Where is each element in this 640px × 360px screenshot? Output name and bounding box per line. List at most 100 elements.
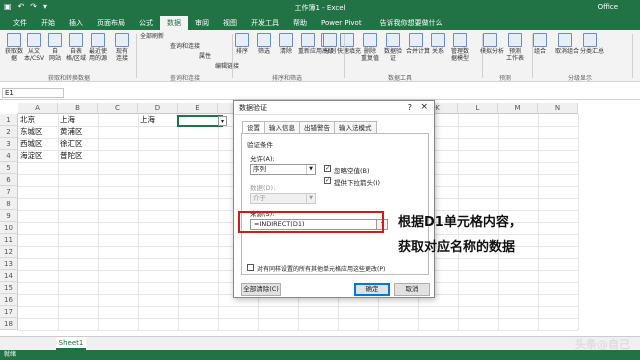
row-header[interactable]: 13 bbox=[0, 258, 18, 270]
column-header[interactable]: A bbox=[18, 103, 58, 114]
row-header[interactable]: 17 bbox=[0, 306, 18, 318]
tab-0[interactable]: 文件 bbox=[6, 16, 34, 30]
clear-all-button[interactable]: 全部清除(C) bbox=[241, 283, 281, 296]
row-header[interactable]: 5 bbox=[0, 162, 18, 174]
tab-6[interactable]: 审阅 bbox=[188, 16, 216, 30]
row-header[interactable]: 8 bbox=[0, 198, 18, 210]
ribbon-button-19[interactable]: 合并计算 bbox=[406, 33, 431, 55]
tab-ime-mode[interactable]: 输入法模式 bbox=[334, 121, 377, 133]
column-header[interactable]: L bbox=[458, 103, 498, 114]
tab-input-message[interactable]: 输入信息 bbox=[264, 121, 300, 133]
ribbon-button-4[interactable]: 最近使 用的源 bbox=[88, 33, 108, 62]
ribbon-button-26[interactable]: 分类汇总 bbox=[580, 33, 604, 55]
row-header[interactable]: 18 bbox=[0, 318, 18, 330]
cell-a1[interactable]: 北京 bbox=[18, 114, 58, 126]
data-value: 介于 bbox=[253, 194, 266, 202]
name-box[interactable]: E1 bbox=[2, 88, 64, 98]
ribbon-button-6[interactable]: 全部刷新 bbox=[140, 33, 164, 40]
row-header[interactable]: 9 bbox=[0, 210, 18, 222]
row-header[interactable]: 7 bbox=[0, 186, 18, 198]
row-header[interactable]: 1 bbox=[0, 114, 18, 126]
tab-error-alert[interactable]: 出错警告 bbox=[299, 121, 335, 133]
ribbon-button-3[interactable]: 自表 格/区域 bbox=[66, 33, 86, 62]
cell-a2[interactable]: 东城区 bbox=[18, 126, 58, 138]
ribbon-label: 组合 bbox=[533, 48, 546, 55]
ribbon-button-2[interactable]: 自 网站 bbox=[45, 33, 65, 62]
ribbon-button-17[interactable]: 删除 重复值 bbox=[360, 33, 380, 62]
allow-select[interactable]: 序列 ▼ bbox=[250, 164, 316, 175]
tab-8[interactable]: 开发工具 bbox=[244, 16, 286, 30]
cell-b2[interactable]: 黄浦区 bbox=[58, 126, 98, 138]
cell-a4[interactable]: 海淀区 bbox=[18, 150, 58, 162]
ribbon-button-22[interactable]: 模拟分析 bbox=[480, 33, 504, 55]
row-header[interactable]: 4 bbox=[0, 150, 18, 162]
dialog-tabs: 设置 输入信息 出错警告 输入法模式 bbox=[242, 121, 377, 133]
column-header[interactable]: C bbox=[98, 103, 138, 114]
dialog-title: 数据验证 bbox=[234, 101, 434, 115]
row-header[interactable]: 3 bbox=[0, 138, 18, 150]
tab-4[interactable]: 公式 bbox=[132, 16, 160, 30]
ribbon-button-16[interactable]: 快速填充 bbox=[337, 33, 362, 55]
ribbon-button-11[interactable]: 筛选 bbox=[254, 33, 274, 55]
cancel-button[interactable]: 取消 bbox=[394, 283, 430, 296]
close-icon[interactable]: × bbox=[420, 102, 428, 112]
ribbon-button-8[interactable]: 属性 bbox=[195, 53, 215, 60]
ribbon-label: 合并计算 bbox=[406, 48, 431, 55]
tab-7[interactable]: 视图 bbox=[216, 16, 244, 30]
cell-d1[interactable]: 上海 bbox=[138, 114, 178, 126]
tell-me-search[interactable]: 告诉我你想要做什么 bbox=[373, 16, 450, 30]
ribbon-label: 快速填充 bbox=[337, 48, 362, 55]
ribbon-label: 自 网站 bbox=[48, 48, 61, 62]
column-header[interactable]: E bbox=[178, 103, 218, 114]
ribbon-button-23[interactable]: 预测 工作表 bbox=[505, 33, 525, 62]
ribbon-button-10[interactable]: 排序 bbox=[232, 33, 252, 55]
help-icon[interactable]: ? bbox=[408, 103, 412, 112]
ribbon-icon bbox=[7, 33, 21, 47]
cell-b3[interactable]: 徐汇区 bbox=[58, 138, 98, 150]
column-header[interactable]: N bbox=[538, 103, 578, 114]
row-header[interactable]: 14 bbox=[0, 270, 18, 282]
tab-settings[interactable]: 设置 bbox=[242, 121, 265, 133]
ribbon-button-13[interactable]: 重新应用 bbox=[298, 33, 322, 55]
ok-button[interactable]: 确定 bbox=[354, 283, 390, 296]
ignore-blank-checkbox[interactable]: ✓ bbox=[324, 165, 331, 172]
allow-label: 允许(A): bbox=[250, 155, 275, 163]
ribbon-button-24[interactable]: 组合 bbox=[530, 33, 550, 55]
tab-10[interactable]: Power Pivot bbox=[314, 16, 369, 30]
ribbon-button-25[interactable]: 取消组合 bbox=[555, 33, 579, 55]
row-header[interactable]: 16 bbox=[0, 294, 18, 306]
selected-cell-e1[interactable] bbox=[177, 115, 223, 127]
row-header[interactable]: 15 bbox=[0, 282, 18, 294]
tab-1[interactable]: 开始 bbox=[34, 16, 62, 30]
tab-3[interactable]: 页面布局 bbox=[90, 16, 132, 30]
tab-2[interactable]: 插入 bbox=[62, 16, 90, 30]
tab-5[interactable]: 数据 bbox=[160, 16, 188, 30]
ribbon-button-7[interactable]: 查询和连接 bbox=[170, 43, 200, 50]
tab-9[interactable]: 帮助 bbox=[286, 16, 314, 30]
ribbon-button-5[interactable]: 现有 连接 bbox=[112, 33, 132, 62]
ribbon-icon bbox=[558, 33, 572, 47]
row-header[interactable]: 10 bbox=[0, 222, 18, 234]
ribbon-button-0[interactable]: 获取数 据 bbox=[4, 33, 24, 62]
column-header[interactable]: D bbox=[138, 103, 178, 114]
column-header[interactable]: B bbox=[58, 103, 98, 114]
apply-all-checkbox[interactable] bbox=[247, 264, 254, 271]
cell-a3[interactable]: 西城区 bbox=[18, 138, 58, 150]
ribbon-label: 获取数 据 bbox=[4, 48, 23, 62]
sheet-tab[interactable]: Sheet1 bbox=[56, 337, 86, 350]
row-header[interactable]: 12 bbox=[0, 246, 18, 258]
dropdown-checkbox[interactable]: ✓ bbox=[324, 177, 331, 184]
row-header[interactable]: 6 bbox=[0, 174, 18, 186]
cell-b4[interactable]: 普陀区 bbox=[58, 150, 98, 162]
row-header[interactable]: 2 bbox=[0, 126, 18, 138]
cell-b1[interactable]: 上海 bbox=[58, 114, 98, 126]
row-header[interactable]: 11 bbox=[0, 234, 18, 246]
ribbon-button-12[interactable]: 清除 bbox=[276, 33, 296, 55]
ribbon-button-1[interactable]: 从文 本/CSV bbox=[24, 33, 44, 62]
ribbon-button-18[interactable]: 数据验 证 bbox=[383, 33, 403, 62]
ribbon-button-20[interactable]: 关系 bbox=[428, 33, 448, 55]
column-header[interactable]: M bbox=[498, 103, 538, 114]
cell-dropdown-arrow[interactable]: ▾ bbox=[218, 116, 227, 126]
ribbon-button-21[interactable]: 管理数 据模型 bbox=[450, 33, 470, 62]
window-title: 工作簿1 - Excel bbox=[294, 4, 346, 12]
